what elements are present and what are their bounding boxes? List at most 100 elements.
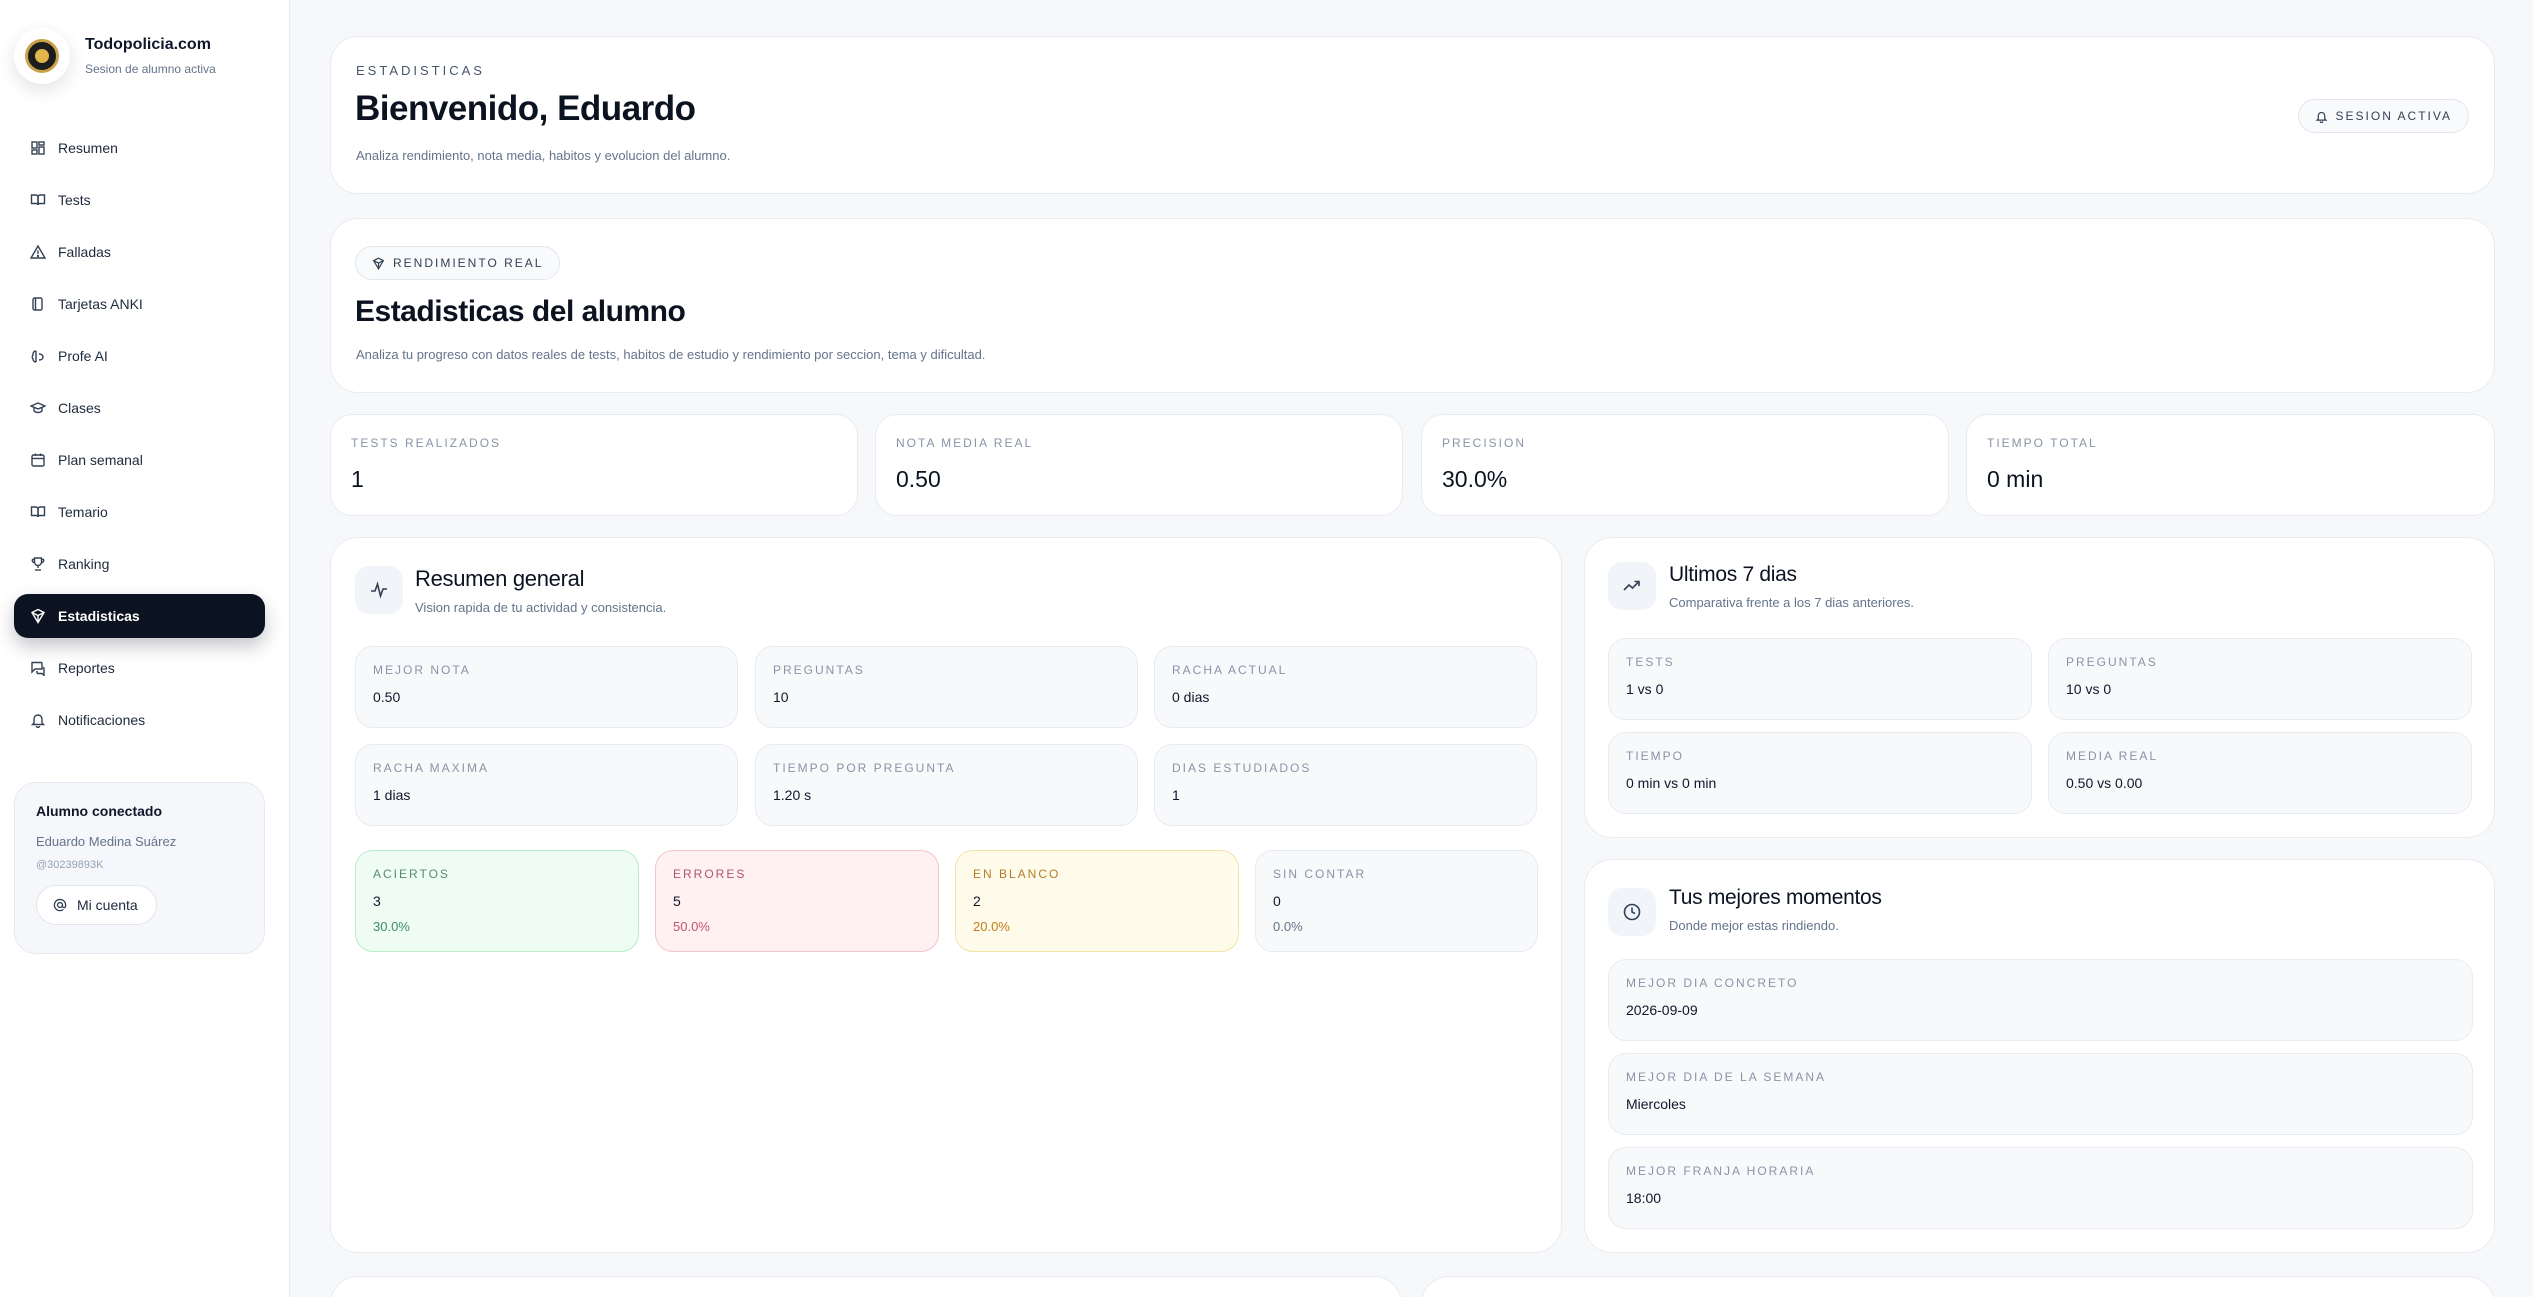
user-card-title: Alumno conectado: [36, 803, 163, 819]
last7-item-questions: PREGUNTAS 10 vs 0: [2048, 638, 2472, 720]
page-description: Analiza rendimiento, nota media, habitos…: [356, 148, 731, 163]
sidebar-item-plan-semanal[interactable]: Plan semanal: [14, 438, 265, 482]
sidebar-item-label: Plan semanal: [58, 452, 143, 468]
summary-item-time-per-question: TIEMPO POR PREGUNTA 1.20 s: [755, 744, 1138, 826]
stat-card-tests: TESTS REALIZADOS 1: [330, 414, 858, 516]
sidebar-item-tests[interactable]: Tests: [14, 178, 265, 222]
stat-card-average: NOTA MEDIA REAL 0.50: [875, 414, 1403, 516]
last7-item-time: TIEMPO 0 min vs 0 min: [1608, 732, 2032, 814]
item-label: TIEMPO POR PREGUNTA: [773, 761, 956, 775]
item-value: 0 dias: [1172, 689, 1210, 705]
sidebar-item-reportes[interactable]: Reportes: [14, 646, 265, 690]
sidebar-item-falladas[interactable]: Falladas: [14, 230, 265, 274]
item-label: MEJOR DIA CONCRETO: [1626, 976, 1799, 990]
last7-subtitle: Comparativa frente a los 7 dias anterior…: [1669, 595, 1914, 610]
result-label: EN BLANCO: [973, 867, 1061, 881]
trending-up-icon: [1608, 562, 1656, 610]
item-value: Miercoles: [1626, 1096, 1686, 1112]
summary-item-current-streak: RACHA ACTUAL 0 dias: [1154, 646, 1537, 728]
last7-title: Ultimos 7 dias: [1669, 563, 1797, 586]
sidebar-item-label: Estadisticas: [58, 608, 140, 624]
summary-item-questions: PREGUNTAS 10: [755, 646, 1138, 728]
real-performance-badge: RENDIMIENTO REAL: [355, 246, 561, 280]
item-value: 1: [1172, 787, 1180, 803]
sidebar-item-label: Reportes: [58, 660, 115, 676]
result-percent: 20.0%: [973, 919, 1010, 934]
user-name: Eduardo Medina Suárez: [36, 834, 177, 849]
sidebar-item-label: Resumen: [58, 140, 118, 156]
sidebar-item-profe-ai[interactable]: Profe AI: [14, 334, 265, 378]
last-7-days-card: Ultimos 7 dias Comparativa frente a los …: [1584, 537, 2495, 838]
stat-label: PRECISION: [1442, 436, 1527, 450]
stat-card-total-time: TIEMPO TOTAL 0 min: [1966, 414, 2495, 516]
item-label: PREGUNTAS: [2066, 655, 2158, 669]
report-icon: [31, 661, 45, 676]
user-id: @30239893K: [36, 859, 104, 871]
item-label: MEDIA REAL: [2066, 749, 2159, 763]
stats-icon: [31, 608, 45, 624]
result-blank: EN BLANCO 2 20.0%: [955, 850, 1239, 952]
item-label: MEJOR FRANJA HORARIA: [1626, 1164, 1816, 1178]
real-performance-label: RENDIMIENTO REAL: [393, 256, 544, 270]
sidebar-item-label: Tests: [58, 192, 91, 208]
sidebar-item-ranking[interactable]: Ranking: [14, 542, 265, 586]
hero-description: Analiza tu progreso con datos reales de …: [356, 347, 986, 362]
at-sign-icon: [53, 898, 67, 912]
my-account-button[interactable]: Mi cuenta: [36, 885, 157, 925]
item-label: RACHA ACTUAL: [1172, 663, 1288, 677]
last7-item-average: MEDIA REAL 0.50 vs 0.00: [2048, 732, 2472, 814]
sidebar-item-label: Temario: [58, 504, 108, 520]
brand-subtitle: Sesion de alumno activa: [85, 62, 216, 76]
sidebar-item-temario[interactable]: Temario: [14, 490, 265, 534]
item-label: MEJOR DIA DE LA SEMANA: [1626, 1070, 1827, 1084]
sidebar-item-clases[interactable]: Clases: [14, 386, 265, 430]
stat-value: 1: [351, 466, 364, 492]
sidebar-item-notificaciones[interactable]: Notificaciones: [14, 698, 265, 742]
result-uncounted: SIN CONTAR 0 0.0%: [1255, 850, 1538, 952]
sidebar-item-label: Ranking: [58, 556, 110, 572]
result-label: ACIERTOS: [373, 867, 450, 881]
item-label: PREGUNTAS: [773, 663, 865, 677]
sidebar-nav: Resumen Tests Falladas Tarjetas ANKI Pro…: [14, 126, 265, 750]
item-value: 10: [773, 689, 789, 705]
result-correct: ACIERTOS 3 30.0%: [355, 850, 639, 952]
item-value: 2026-09-09: [1626, 1002, 1698, 1018]
best-item-time-slot: MEJOR FRANJA HORARIA 18:00: [1608, 1147, 2473, 1229]
item-value: 0.50: [373, 689, 401, 705]
summary-card: Resumen general Vision rapida de tu acti…: [330, 537, 1562, 1253]
result-value: 0: [1273, 893, 1281, 909]
stat-value: 0.50: [896, 466, 941, 492]
stat-label: TIEMPO TOTAL: [1987, 436, 2098, 450]
best-item-weekday: MEJOR DIA DE LA SEMANA Miercoles: [1608, 1053, 2473, 1135]
calendar-icon: [31, 453, 45, 467]
brand[interactable]: Todopolicia.com Sesion de alumno activa: [14, 28, 216, 84]
session-status-badge: SESION ACTIVA: [2297, 99, 2469, 133]
sidebar-item-label: Tarjetas ANKI: [58, 296, 143, 312]
bell-icon: [2315, 111, 2327, 123]
result-percent: 0.0%: [1273, 919, 1303, 934]
sidebar-item-label: Clases: [58, 400, 101, 416]
best-title: Tus mejores momentos: [1669, 886, 1882, 909]
page-title: Bienvenido, Eduardo: [355, 89, 696, 128]
item-label: TESTS: [1626, 655, 1675, 669]
ai-icon: [31, 350, 44, 363]
item-label: RACHA MAXIMA: [373, 761, 490, 775]
stat-value: 0 min: [1987, 466, 2044, 492]
dashboard-icon: [31, 141, 45, 155]
summary-subtitle: Vision rapida de tu actividad y consiste…: [415, 600, 667, 615]
stat-label: NOTA MEDIA REAL: [896, 436, 1034, 450]
best-subtitle: Donde mejor estas rindiendo.: [1669, 918, 1839, 933]
item-value: 0.50 vs 0.00: [2066, 775, 2143, 791]
item-value: 1 vs 0: [1626, 681, 1664, 697]
next-card-right: [1421, 1276, 2495, 1297]
sidebar-item-resumen[interactable]: Resumen: [14, 126, 265, 170]
welcome-card: ESTADISTICAS Bienvenido, Eduardo Analiza…: [330, 36, 2495, 194]
cards-icon: [32, 297, 43, 311]
sidebar-item-label: Profe AI: [58, 348, 108, 364]
brand-logo: [14, 28, 70, 84]
sidebar-item-estadisticas[interactable]: Estadisticas: [14, 594, 265, 638]
sidebar-item-tarjetas-anki[interactable]: Tarjetas ANKI: [14, 282, 265, 326]
brand-name: Todopolicia.com: [85, 36, 211, 53]
summary-title: Resumen general: [415, 566, 585, 591]
summary-item-days-studied: DIAS ESTUDIADOS 1: [1154, 744, 1537, 826]
